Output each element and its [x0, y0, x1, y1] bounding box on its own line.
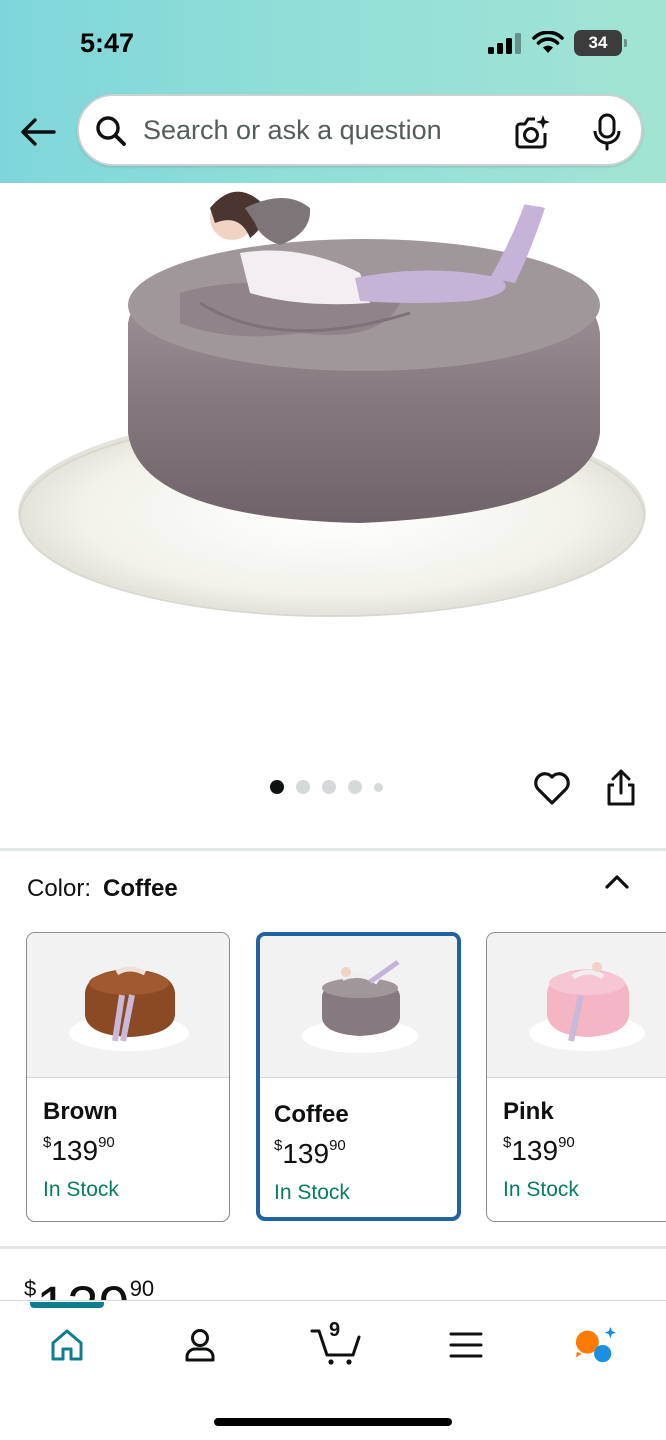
home-icon: [51, 1329, 83, 1361]
search-icon: [96, 116, 126, 146]
color-option-brown[interactable]: Brown $13990 In Stock: [26, 932, 230, 1222]
home-indicator: [214, 1418, 452, 1426]
color-option-stock: In Stock: [274, 1181, 350, 1204]
color-option-name: Brown: [43, 1098, 118, 1125]
selected-color-value: Coffee: [103, 875, 178, 902]
section-divider: [0, 848, 666, 851]
color-option-thumbnail: [260, 936, 457, 1078]
nav-rufus[interactable]: [574, 1323, 618, 1367]
color-option-thumbnail: [27, 933, 229, 1078]
active-tab-indicator: [30, 1302, 104, 1308]
battery-level: 34: [588, 33, 608, 52]
nav-account[interactable]: [178, 1323, 222, 1367]
status-icons: 34: [488, 30, 627, 56]
color-option-stock: In Stock: [43, 1178, 119, 1201]
collapse-colors-button[interactable]: [602, 870, 632, 897]
chevron-up-icon: [605, 875, 629, 889]
color-option-name: Pink: [503, 1098, 554, 1125]
back-button[interactable]: [18, 112, 58, 152]
add-to-list-button[interactable]: [533, 770, 571, 811]
wifi-icon: [532, 31, 564, 53]
search-bar[interactable]: [77, 94, 643, 166]
bottom-nav: 9: [0, 1300, 666, 1440]
heart-icon: [534, 772, 570, 805]
color-option-name: Coffee: [274, 1101, 349, 1128]
rufus-ai-icon: [575, 1326, 617, 1363]
menu-icon: [449, 1332, 483, 1358]
signal-icon: [488, 33, 521, 54]
pagination-dot[interactable]: [270, 780, 284, 794]
nav-home[interactable]: [45, 1323, 89, 1367]
search-input[interactable]: [143, 106, 503, 154]
pagination-dot[interactable]: [374, 782, 383, 792]
pagination-dot[interactable]: [348, 780, 362, 794]
status-time: 5:47: [80, 28, 135, 58]
account-icon: [185, 1329, 215, 1362]
color-option-thumbnail: [487, 933, 666, 1078]
color-option-pink[interactable]: Pink $13990 In Stock: [486, 932, 666, 1222]
share-button[interactable]: [604, 769, 638, 812]
product-image[interactable]: [0, 183, 666, 743]
section-divider: [0, 1246, 666, 1249]
bean-bag-coffee-photo: [18, 183, 646, 617]
product-price: $13990: [24, 1278, 155, 1302]
color-label: Color: Coffee: [27, 875, 178, 903]
color-option-stock: In Stock: [503, 1178, 579, 1201]
color-option-coffee[interactable]: Coffee $13990 In Stock: [256, 932, 461, 1221]
share-icon: [607, 769, 635, 806]
color-label-text: Color:: [27, 875, 92, 902]
camera-search-icon[interactable]: [513, 112, 553, 152]
nav-menu[interactable]: [444, 1323, 488, 1367]
color-option-price: $13990: [503, 1133, 575, 1166]
pagination-dot[interactable]: [296, 780, 310, 794]
microphone-icon[interactable]: [591, 112, 623, 152]
app-header: 5:47 34: [0, 0, 666, 183]
color-option-price: $13990: [274, 1136, 346, 1169]
color-option-price: $13990: [43, 1133, 115, 1166]
battery-icon: 34: [574, 30, 627, 56]
cart-count-badge: 9: [329, 1319, 341, 1341]
image-pagination[interactable]: [270, 780, 383, 794]
back-arrow-icon: [21, 118, 56, 146]
pagination-dot[interactable]: [322, 780, 336, 794]
